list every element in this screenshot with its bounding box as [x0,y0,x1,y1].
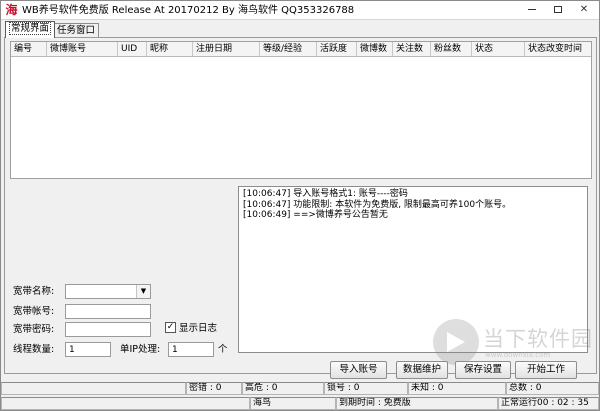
thread-count-label: 线程数量: [13,344,55,355]
broadband-name-label: 宽带名称: [13,286,55,297]
tab-general[interactable]: 常规界面 [5,21,56,38]
close-button[interactable]: ✕ [571,2,597,18]
close-icon: ✕ [579,4,589,15]
show-log-checkbox[interactable]: ✓ [165,322,176,333]
app-window: 海 WB养号软件免费版 Release At 20170212 By 海鸟软件 … [0,0,600,411]
maximize-icon [554,5,562,13]
per-ip-input[interactable] [168,342,214,357]
column-header-following[interactable]: 关注数 [393,42,431,56]
column-header-register-date[interactable]: 注册日期 [193,42,260,56]
watermark-text: 当下软件园 [483,327,593,351]
play-icon [433,319,479,365]
status-bar-info: 海鸟 到期时间 : 免费版 正常运行00 : 02 : 35 [1,397,599,410]
minimize-icon [528,8,536,10]
column-header-account[interactable]: 微博账号 [47,42,118,56]
status-running-time: 正常运行00 : 02 : 35 [498,397,599,410]
column-header-status-time[interactable]: 状态改变时间 [525,42,591,56]
log-line: [10:06:49] ==>微博养号公告暂无 [243,210,388,220]
status-error: 密错 : 0 [186,382,242,395]
status-unknown: 未知 : 0 [408,382,506,395]
start-work-button[interactable]: 开始工作 [515,361,577,379]
column-header-posts[interactable]: 微博数 [357,42,393,56]
title-bar: 海 WB养号软件免费版 Release At 20170212 By 海鸟软件 … [1,1,599,20]
status-brand: 海鸟 [250,397,336,410]
app-logo-icon: 海 [5,3,18,17]
maximize-button[interactable] [545,2,571,18]
status-expire: 到期时间 : 免费版 [336,397,498,410]
column-header-status[interactable]: 状态 [472,42,525,56]
column-header-activity[interactable]: 活跃度 [317,42,357,56]
broadband-password-label: 宽带密码: [13,324,55,335]
thread-count-input[interactable] [65,342,111,357]
status-total: 总数 : 0 [506,382,599,395]
log-line: [10:06:47] 功能限制: 本软件为免费版, 限制最高可养100个账号。 [243,199,512,210]
status-locked: 锁号 : 0 [324,382,408,395]
per-ip-unit: 个 [218,344,228,355]
log-line: [10:06:47] 导入账号格式1: 账号----密码 [243,189,408,199]
grid-header: 编号 微博账号 UID 昵称 注册日期 等级/经验 活跃度 微博数 关注数 粉丝… [11,42,591,57]
column-header-level[interactable]: 等级/经验 [260,42,317,56]
broadband-account-input[interactable] [65,304,151,319]
watermark-sub: www.downxia.com [485,351,551,359]
status-cell-blank [1,397,250,410]
minimize-button[interactable] [519,2,545,18]
column-header-nickname[interactable]: 昵称 [147,42,193,56]
account-grid[interactable]: 编号 微博账号 UID 昵称 注册日期 等级/经验 活跃度 微博数 关注数 粉丝… [10,41,592,179]
status-danger: 高危 : 0 [242,382,324,395]
column-header-id[interactable]: 编号 [11,42,47,56]
save-settings-button[interactable]: 保存设置 [455,361,511,379]
broadband-account-label: 宽带帐号: [13,306,55,317]
column-header-uid[interactable]: UID [118,42,147,56]
tab-tasks-label: 任务窗口 [57,25,96,36]
status-bar-counts: 密错 : 0 高危 : 0 锁号 : 0 未知 : 0 总数 : 0 [1,382,599,395]
broadband-name-select[interactable]: ▼ [65,284,151,299]
status-cell-blank [1,382,186,395]
window-title: WB养号软件免费版 Release At 20170212 By 海鸟软件 QQ… [22,5,355,16]
chevron-down-icon[interactable]: ▼ [136,285,150,298]
check-icon: ✓ [166,322,175,332]
column-header-followers[interactable]: 粉丝数 [431,42,472,56]
per-ip-label: 单IP处理: [120,344,161,355]
tab-general-label: 常规界面 [9,22,52,35]
data-maintenance-button[interactable]: 数据维护 [396,361,448,379]
tab-tasks[interactable]: 任务窗口 [53,23,100,37]
broadband-password-input[interactable] [65,322,151,337]
import-accounts-button[interactable]: 导入账号 [330,361,387,379]
show-log-label[interactable]: 显示日志 [179,322,217,335]
